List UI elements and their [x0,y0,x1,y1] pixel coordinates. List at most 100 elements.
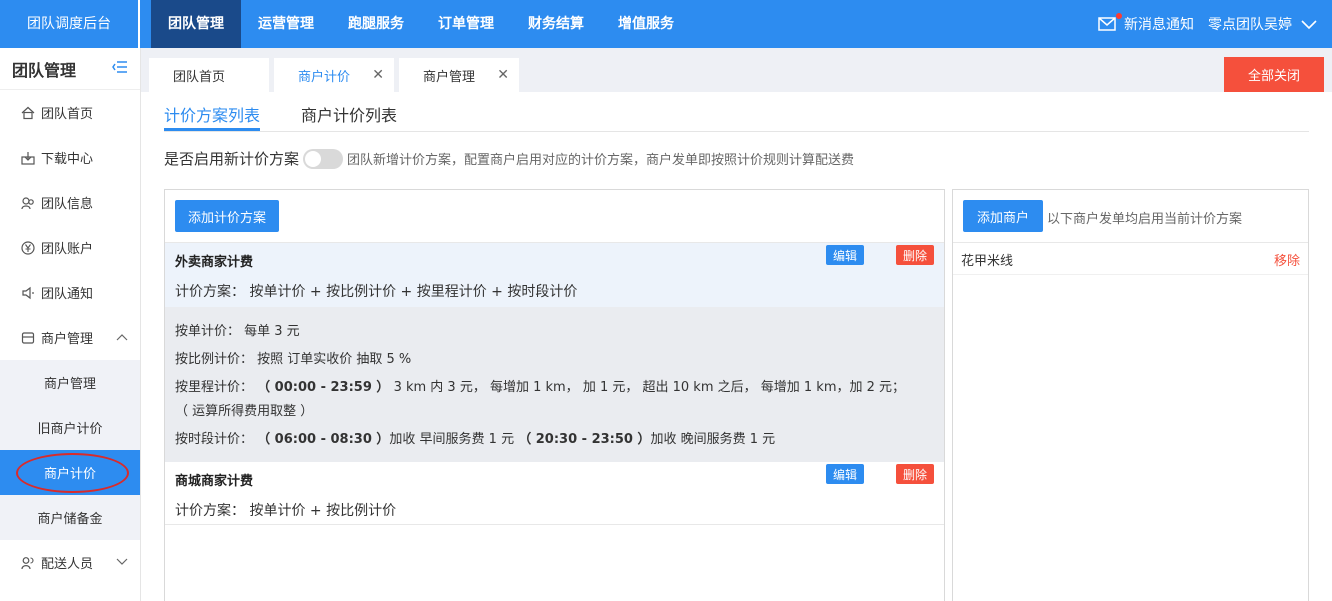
tab-label: 团队首页 [173,69,226,85]
sidebar-subitem-old-merchant-pricing[interactable]: 旧商户计价 [0,405,140,450]
subtab-merchant-pricing-list[interactable]: 商户计价列表 [301,102,397,126]
detail-time-range: （ 06:00 - 08:30 ） [257,432,390,447]
sidebar-item-label: 团队首页 [41,107,94,122]
detail-mileage-note: （ 运算所得费用取整 ） [175,404,314,419]
sidebar-item-merchant-management[interactable]: 商户管理 [0,315,140,360]
subtab-bar: 计价方案列表 商户计价列表 [164,92,1309,132]
tab-team-home[interactable]: 团队首页 [149,58,269,92]
subtab-plan-list[interactable]: 计价方案列表 [164,102,260,126]
enable-new-pricing-row: 是否启用新计价方案 团队新增计价方案，配置商户启用对应的计价方案，商户发单即按照… [164,148,854,169]
merchant-panel: 添加商户 以下商户发单均启用当前计价方案 花甲米线 移除 [952,189,1309,601]
plan-title: 外卖商家计费 [175,255,254,270]
detail-per-order: 按单计价： 每单 3 元 [175,324,300,339]
store-icon [20,330,36,346]
toggle-description: 团队新增计价方案，配置商户启用对应的计价方案，商户发单即按照计价规则计算配送费 [347,153,855,168]
tab-merchant-management[interactable]: 商户管理 ✕ [399,58,519,92]
detail-rule: 加收 晚间服务费 1 元 [650,432,776,447]
delete-button[interactable]: 删除 [896,245,934,265]
sidebar: 团队管理 团队首页 下载中心 团队信息 团队账户 团队通知 商户管理 商户管理 … [0,48,141,601]
add-merchant-button[interactable]: 添加商户 [963,200,1043,232]
brand-title: 团队调度后台 [0,0,140,48]
merchant-name: 花甲米线 [961,254,1014,269]
yen-icon [20,240,36,256]
remove-merchant-link[interactable]: 移除 [1274,250,1300,269]
pricing-plan-panel: 添加计价方案 外卖商家计费 编辑 删除 计价方案： 按单计价 + 按比例计价 +… [164,189,945,601]
sidebar-subitem-merchant-management[interactable]: 商户管理 [0,360,140,405]
sidebar-item-label: 团队账户 [41,242,94,257]
sidebar-header: 团队管理 [0,48,140,90]
top-nav: 团队管理 运营管理 跑腿服务 订单管理 财务结算 增值服务 [151,0,691,48]
nav-operations[interactable]: 运营管理 [241,0,331,48]
sidebar-item-label: 配送人员 [41,557,94,572]
main-content: 计价方案列表 商户计价列表 是否启用新计价方案 团队新增计价方案，配置商户启用对… [141,92,1332,601]
home-icon [20,105,36,121]
sidebar-subitem-merchant-pricing[interactable]: 商户计价 [0,450,140,495]
sidebar-title: 团队管理 [12,60,77,80]
detail-period: 按时段计价： （ 06:00 - 08:30 ）加收 早间服务费 1 元 （ 2… [175,428,775,447]
edit-button[interactable]: 编辑 [826,464,864,484]
plan-summary: 计价方案： 按单计价 + 按比例计价 + 按里程计价 + 按时段计价 [175,284,578,300]
annotation-circle [16,453,129,493]
chevron-down-icon[interactable] [1300,18,1318,30]
notification-link[interactable]: 新消息通知 [1124,14,1194,34]
close-icon[interactable]: ✕ [497,67,509,83]
tab-label: 商户管理 [423,69,476,85]
nav-finance[interactable]: 财务结算 [511,0,601,48]
close-all-button[interactable]: 全部关闭 [1224,57,1324,92]
user-name[interactable]: 零点团队吴婷 [1208,14,1292,34]
nav-team-management[interactable]: 团队管理 [151,0,241,48]
detail-time-range: （ 00:00 - 23:59 ） [257,380,390,395]
detail-rule: 加收 早间服务费 1 元 [389,432,515,447]
chevron-down-icon [116,555,128,570]
close-icon[interactable]: ✕ [372,67,384,83]
sidebar-item-label: 团队信息 [41,197,94,212]
nav-errand-service[interactable]: 跑腿服务 [331,0,421,48]
sidebar-item-team-info[interactable]: 团队信息 [0,180,140,225]
merchant-panel-note: 以下商户发单均启用当前计价方案 [1047,212,1243,227]
sidebar-item-team-home[interactable]: 团队首页 [0,90,140,135]
sidebar-item-team-account[interactable]: 团队账户 [0,225,140,270]
sidebar-item-download-center[interactable]: 下载中心 [0,135,140,180]
unread-dot [1116,13,1122,19]
toggle-label: 是否启用新计价方案 [164,150,300,168]
detail-ratio: 按比例计价： 按照 订单实收价 抽取 5 % [175,352,412,367]
download-icon [20,150,36,166]
divider [953,242,1308,243]
nav-order-management[interactable]: 订单管理 [421,0,511,48]
plan-summary: 计价方案： 按单计价 + 按比例计价 [175,503,397,519]
plan-row-mall[interactable]: 商城商家计费 编辑 删除 计价方案： 按单计价 + 按比例计价 [165,462,944,525]
enable-new-pricing-switch[interactable] [303,148,344,169]
divider [953,274,1308,275]
sidebar-item-label: 商户管理 [41,332,94,347]
mail-icon[interactable] [1098,13,1122,31]
active-subtab-indicator [164,128,260,131]
speaker-icon [20,285,36,301]
tab-label: 商户计价 [298,69,351,85]
sidebar-item-label: 团队通知 [41,287,94,302]
tab-merchant-pricing[interactable]: 商户计价 ✕ [274,58,394,92]
detail-label: 按时段计价： [175,432,254,447]
sidebar-item-label: 下载中心 [41,152,94,167]
page-tab-bar: 团队首页 商户计价 ✕ 商户管理 ✕ 全部关闭 [141,48,1332,92]
users-icon [20,555,36,571]
plan-row-takeaway[interactable]: 外卖商家计费 编辑 删除 计价方案： 按单计价 + 按比例计价 + 按里程计价 … [165,243,944,307]
delete-button[interactable]: 删除 [896,464,934,484]
plan-title: 商城商家计费 [175,474,254,489]
sidebar-subitem-merchant-reserve[interactable]: 商户储备金 [0,495,140,540]
top-right-area: 新消息通知 零点团队吴婷 [1098,0,1318,48]
team-icon [20,195,36,211]
top-navbar: 团队调度后台 团队管理 运营管理 跑腿服务 订单管理 财务结算 增值服务 新消息… [0,0,1332,48]
switch-knob [305,150,322,167]
chevron-up-icon [116,330,128,345]
detail-time-range: （ 20:30 - 23:50 ） [518,432,651,447]
detail-label: 按里程计价： [175,380,254,395]
menu-collapse-icon[interactable] [112,59,128,78]
edit-button[interactable]: 编辑 [826,245,864,265]
add-pricing-plan-button[interactable]: 添加计价方案 [175,200,279,232]
nav-value-added[interactable]: 增值服务 [601,0,691,48]
sidebar-item-team-notice[interactable]: 团队通知 [0,270,140,315]
sidebar-item-delivery-staff[interactable]: 配送人员 [0,540,140,585]
detail-rule: 3 km 内 3 元， 每增加 1 km， 加 1 元， 超出 10 km 之后… [393,380,906,395]
detail-mileage: 按里程计价： （ 00:00 - 23:59 ） 3 km 内 3 元， 每增加… [175,376,905,395]
plan-detail-panel: 按单计价： 每单 3 元 按比例计价： 按照 订单实收价 抽取 5 % 按里程计… [165,307,944,462]
